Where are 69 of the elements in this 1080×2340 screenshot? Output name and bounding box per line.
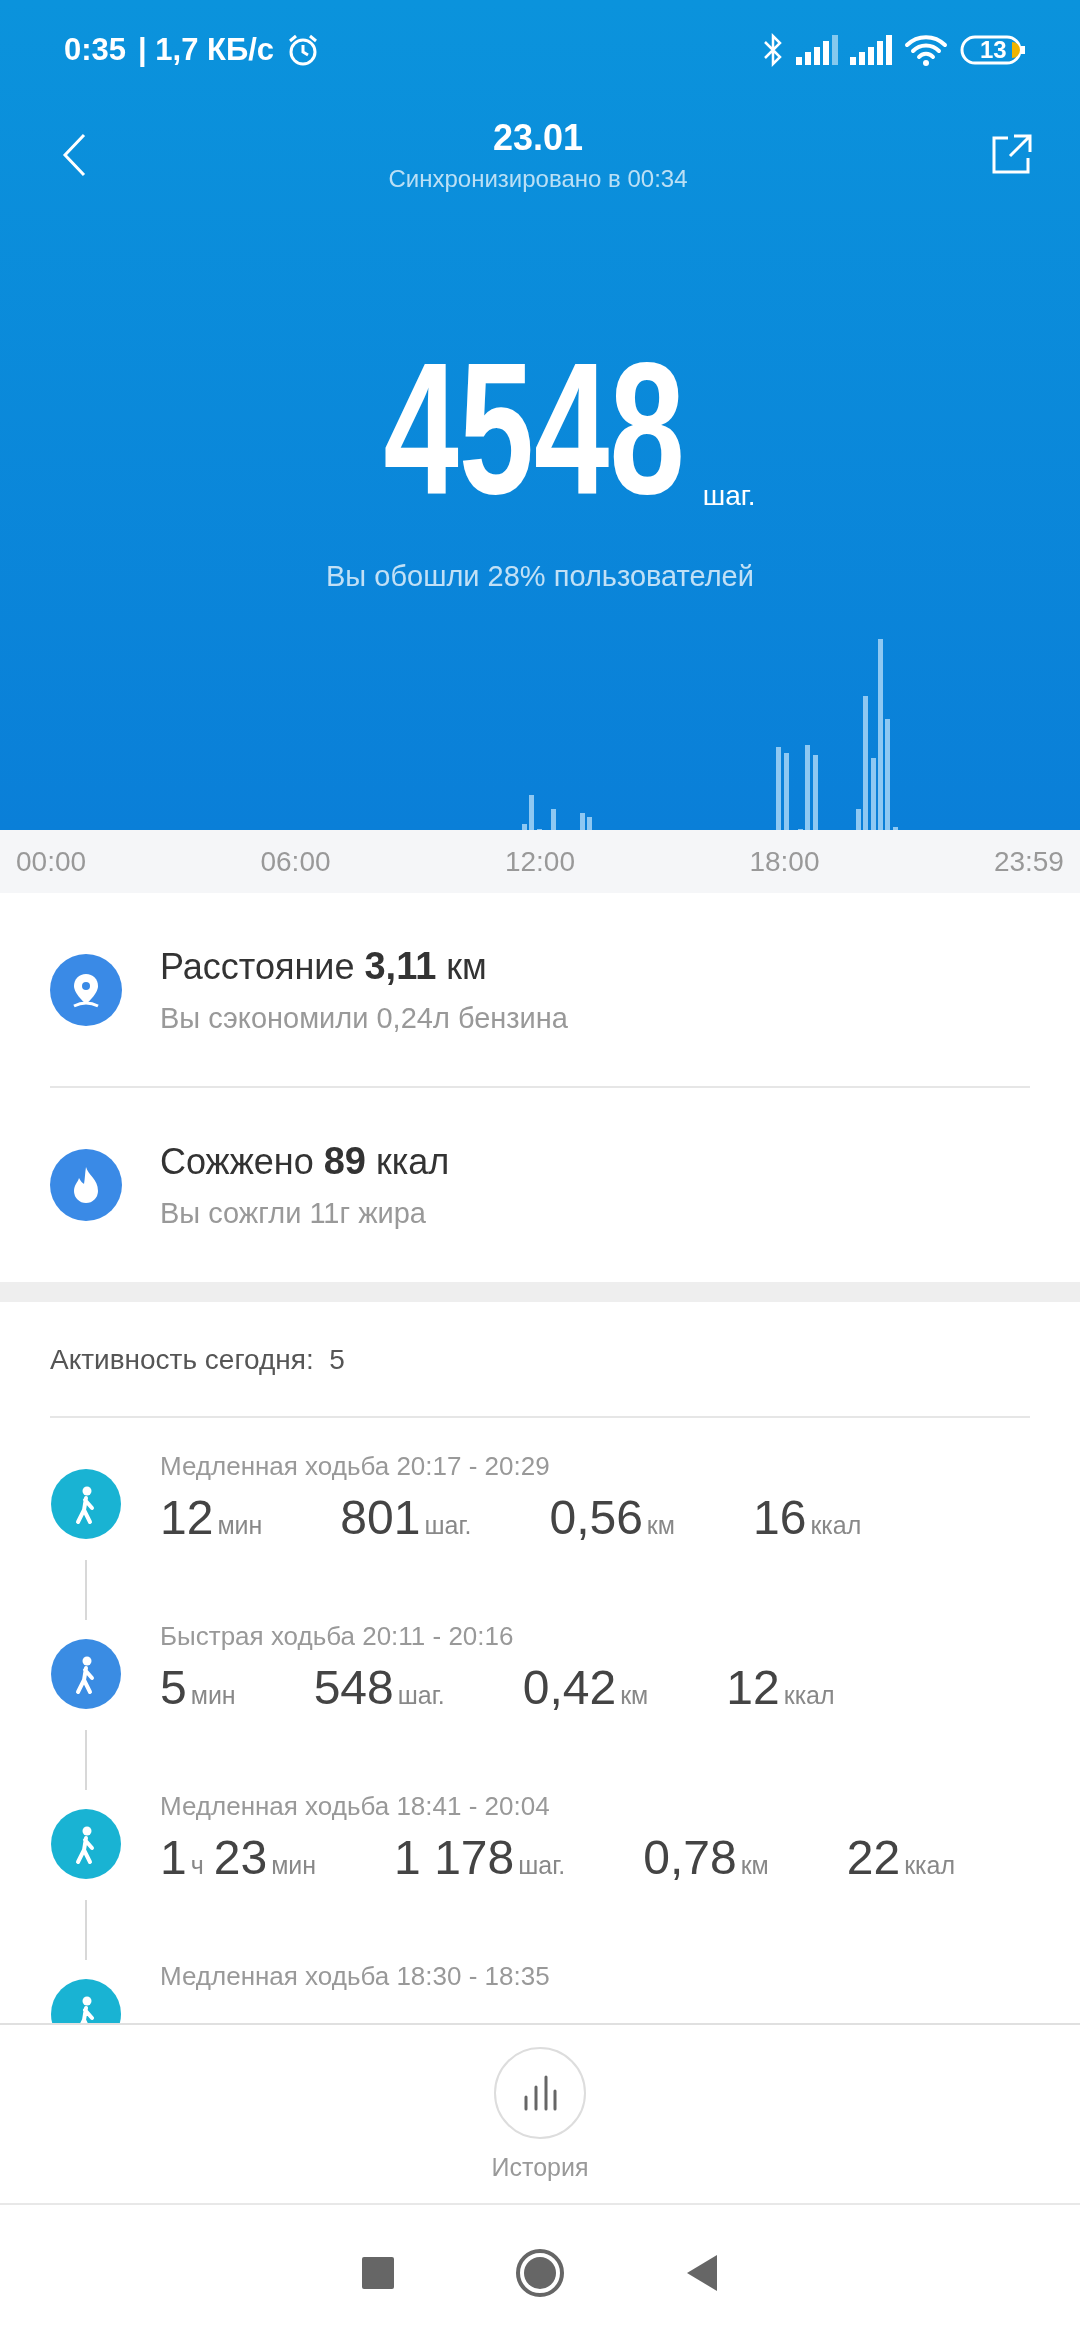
flame-icon bbox=[50, 1149, 122, 1221]
time-axis-label: 23:59 bbox=[993, 845, 1064, 878]
stat-value: 23 bbox=[213, 1830, 268, 1885]
histogram-bar bbox=[893, 827, 898, 830]
histogram-bar bbox=[551, 809, 556, 830]
activity-title[interactable]: Медленная ходьба 18:41 - 20:04 bbox=[160, 1790, 956, 1822]
stat-unit: ккал bbox=[904, 1851, 956, 1880]
stat-unit: мин bbox=[271, 1851, 317, 1880]
activity-count: Активность сегодня: 5 bbox=[50, 1344, 345, 1376]
stat-value: 12 bbox=[160, 1490, 214, 1545]
home-icon[interactable] bbox=[515, 2247, 565, 2298]
stat-unit: км bbox=[646, 1511, 675, 1540]
stat-value: 5 bbox=[160, 1660, 187, 1715]
stat-unit: км bbox=[620, 1681, 649, 1710]
activity-title[interactable]: Медленная ходьба 18:30 - 18:35 bbox=[160, 1960, 550, 1992]
stat-value: 801 bbox=[340, 1490, 421, 1545]
wifi-icon bbox=[904, 33, 948, 67]
stat-value: 12 bbox=[726, 1660, 780, 1715]
step-unit: шаг. bbox=[702, 480, 756, 512]
stat-unit: мин bbox=[190, 1681, 236, 1710]
stat-unit: ч bbox=[190, 1851, 204, 1880]
location-pin-icon bbox=[50, 953, 122, 1026]
clock-time: 0:35 bbox=[64, 32, 127, 68]
date-title: 23.01 bbox=[492, 117, 584, 159]
histogram-bar bbox=[856, 809, 861, 830]
metric-title: Сожжено 89 ккал bbox=[160, 1140, 450, 1183]
time-axis-label: 00:00 bbox=[16, 845, 87, 878]
stat-value: 0,78 bbox=[643, 1830, 737, 1885]
stat-value: 0,42 bbox=[522, 1660, 617, 1715]
histogram-bar bbox=[529, 795, 534, 830]
stat-value: 1 bbox=[160, 1830, 187, 1885]
stat-unit: мин bbox=[217, 1511, 263, 1540]
battery-icon bbox=[960, 33, 1026, 67]
time-axis-label: 06:00 bbox=[260, 845, 331, 878]
network-speed: | 1,7 КБ/с bbox=[138, 32, 275, 68]
histogram-bar bbox=[522, 824, 527, 830]
stat-unit: км bbox=[740, 1851, 769, 1880]
signal-icon bbox=[850, 35, 892, 65]
stat-unit: шаг. bbox=[518, 1851, 566, 1880]
history-label: История bbox=[491, 2152, 589, 2182]
stat-unit: шаг. bbox=[424, 1511, 472, 1540]
metric-note: Вы сожгли 11г жира bbox=[160, 1197, 427, 1230]
signal-icon bbox=[796, 35, 838, 65]
recents-icon[interactable] bbox=[361, 2255, 395, 2290]
stat-value: 1 178 bbox=[394, 1830, 515, 1885]
histogram-bar bbox=[871, 758, 876, 830]
stat-value: 22 bbox=[846, 1830, 901, 1885]
time-axis-label: 18:00 bbox=[749, 845, 820, 878]
stat-value: 16 bbox=[753, 1490, 807, 1545]
share-icon[interactable] bbox=[990, 134, 1032, 176]
stat-value: 0,56 bbox=[549, 1490, 643, 1545]
time-axis-label: 12:00 bbox=[504, 845, 575, 878]
stat-value: 548 bbox=[313, 1660, 394, 1715]
step-count: 4548 bbox=[383, 334, 685, 522]
histogram-bar bbox=[580, 813, 585, 830]
battery-level: 13 bbox=[980, 36, 1008, 64]
stat-unit: ккал bbox=[810, 1511, 862, 1540]
ranking-note: Вы обошли 28% пользователей bbox=[326, 560, 754, 593]
back-icon[interactable] bbox=[62, 133, 86, 177]
activity-title[interactable]: Медленная ходьба 20:17 - 20:29 bbox=[160, 1450, 862, 1482]
back-icon[interactable] bbox=[685, 2252, 719, 2293]
bluetooth-icon bbox=[762, 33, 784, 67]
activity-title[interactable]: Быстрая ходьба 20:11 - 20:16 bbox=[160, 1620, 835, 1652]
metric-note: Вы сэкономили 0,24л бензина bbox=[160, 1001, 568, 1035]
sync-status: Синхронизировано в 00:34 bbox=[388, 165, 688, 193]
metric-title: Расстояние 3,11 км bbox=[160, 944, 488, 988]
histogram-bar bbox=[587, 817, 592, 830]
stat-unit: шаг. bbox=[397, 1681, 445, 1710]
stat-unit: ккал bbox=[783, 1681, 835, 1710]
